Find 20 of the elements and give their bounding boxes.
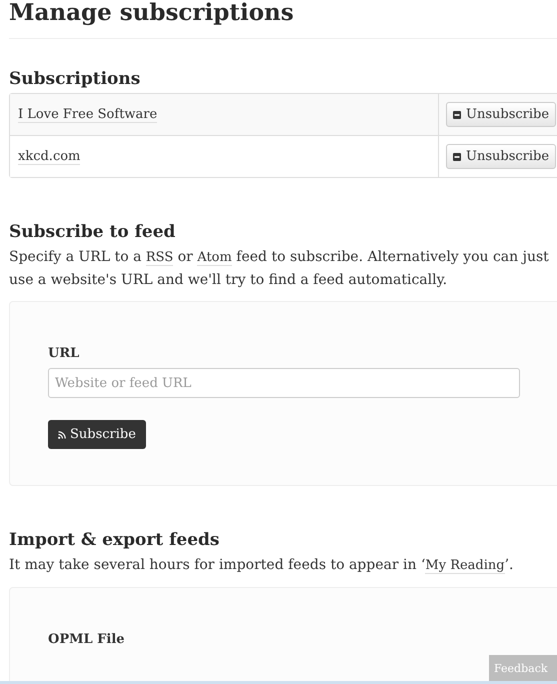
- url-field[interactable]: Website or feed URL: [48, 368, 520, 398]
- page-title: Manage subscriptions: [9, 0, 557, 39]
- section-heading: Import & export feeds: [9, 530, 220, 550]
- minus-icon: [453, 152, 461, 160]
- minus-icon: [453, 110, 461, 118]
- text-link[interactable]: My Reading: [425, 558, 505, 574]
- subscription-link[interactable]: xkcd.com: [18, 148, 80, 164]
- section-heading: Subscriptions: [9, 69, 142, 89]
- description-text: It may take several hours for imported feeds to appear in ‘My Reading’.: [9, 556, 515, 576]
- subscribe-button[interactable]: Subscribe: [48, 420, 146, 449]
- rss-icon: [58, 430, 66, 438]
- section-heading: Subscribe to feed: [9, 222, 176, 242]
- description-text: Specify a URL to a RSS or Atom feed to subscribe. Alternatively you can just use a website's URL and we'll try to find a feed automatically.: [9, 248, 550, 290]
- text-link[interactable]: Atom: [197, 250, 232, 266]
- field-label: OPML File: [48, 632, 126, 647]
- field-label: URL: [48, 346, 80, 361]
- unsubscribe-button[interactable]: Unsubscribe: [446, 144, 556, 169]
- unsubscribe-button[interactable]: Unsubscribe: [446, 102, 556, 127]
- subscription-link[interactable]: I Love Free Software: [18, 106, 158, 122]
- text-link[interactable]: RSS: [146, 250, 174, 266]
